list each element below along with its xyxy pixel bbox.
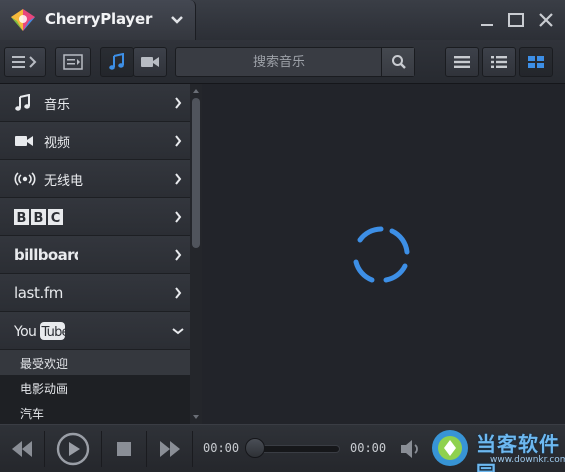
youtube-logo: You Tube <box>14 322 66 340</box>
chevron-right-icon <box>175 287 182 299</box>
list-view-icon <box>454 56 470 68</box>
lastfm-logo: last.fm <box>14 284 68 302</box>
elapsed-time: 00:00 <box>203 441 240 455</box>
main-content <box>202 84 565 424</box>
divider <box>146 431 147 467</box>
search-box <box>175 47 415 77</box>
video-mode-button[interactable] <box>133 47 167 77</box>
sidebar-item-lastfm[interactable]: last.fm <box>0 274 190 312</box>
maximize-button[interactable] <box>505 9 527 31</box>
chevron-down-icon <box>172 328 184 335</box>
scrollbar-thumb[interactable] <box>192 98 200 248</box>
grid-view-button[interactable] <box>519 47 553 77</box>
radio-broadcast-icon <box>14 170 36 188</box>
toolbar <box>0 40 565 84</box>
sidebar-item-radio[interactable]: 无线电 <box>0 160 190 198</box>
sidebar-item-billboard[interactable]: billboard <box>0 236 190 274</box>
music-mode-button[interactable] <box>100 47 134 77</box>
divider <box>192 431 193 467</box>
chevron-right-icon <box>175 97 182 109</box>
sidebar-item-youtube[interactable]: You Tube <box>0 312 190 350</box>
youtube-sublist: 最受欢迎 电影动画 汽车 <box>0 350 190 424</box>
svg-text:Tube: Tube <box>41 325 67 340</box>
list-item-label: 汽车 <box>20 407 45 421</box>
play-button[interactable] <box>54 425 92 472</box>
sidebar-item-label: 音乐 <box>44 98 71 113</box>
close-button[interactable] <box>535 9 557 31</box>
sidebar-item-video[interactable]: 视频 <box>0 122 190 160</box>
seek-handle[interactable] <box>245 438 265 458</box>
app-menu-tab[interactable]: CherryPlayer <box>0 0 196 40</box>
playlist-view-button[interactable] <box>55 47 91 77</box>
divider <box>101 431 102 467</box>
search-icon <box>392 55 406 69</box>
sidebar-item-music[interactable]: 音乐 <box>0 84 190 122</box>
watermark: 当客软件园 www.downkr.com <box>430 424 565 472</box>
list-item[interactable]: 电影动画 <box>0 375 190 400</box>
search-button[interactable] <box>381 48 414 76</box>
svg-text:B: B <box>34 211 44 225</box>
total-time: 00:00 <box>350 441 387 455</box>
search-input[interactable] <box>176 48 382 76</box>
volume-icon[interactable] <box>398 425 422 472</box>
list-item[interactable]: 汽车 <box>0 400 190 425</box>
previous-track-icon[interactable] <box>8 425 36 472</box>
chevron-right-icon <box>175 173 182 185</box>
svg-text:last.fm: last.fm <box>14 284 63 302</box>
grid-view-icon <box>528 56 544 68</box>
playlist-icon <box>63 54 83 70</box>
svg-text:billboard: billboard <box>14 246 78 264</box>
scroll-down-icon[interactable] <box>192 413 200 421</box>
sidebar-item-label: 无线电 <box>44 174 84 189</box>
detail-list-view-button[interactable] <box>482 47 516 77</box>
list-item[interactable]: 最受欢迎 <box>0 350 190 375</box>
list-item-label: 电影动画 <box>20 382 69 396</box>
video-camera-icon <box>14 132 34 150</box>
chevron-down-icon[interactable] <box>168 12 186 28</box>
minimize-button[interactable] <box>476 9 498 31</box>
app-title: CherryPlayer <box>45 10 153 28</box>
chevron-right-icon <box>175 249 182 261</box>
divider <box>44 431 45 467</box>
sidebar-item-bbc[interactable]: B B C <box>0 198 190 236</box>
svg-text:C: C <box>51 211 61 225</box>
menu-collapse-icon <box>12 56 37 68</box>
sidebar-menu-button[interactable] <box>4 47 46 77</box>
chevron-right-icon <box>175 135 182 147</box>
title-bar: CherryPlayer <box>0 0 565 40</box>
sidebar-scrollbar[interactable] <box>190 84 202 424</box>
video-camera-icon <box>141 57 159 67</box>
watermark-text: 当客软件园 <box>476 432 560 472</box>
bbc-logo: B B C <box>14 208 64 226</box>
stop-button[interactable] <box>112 425 136 472</box>
watermark-logo <box>432 430 468 466</box>
svg-text:You: You <box>14 324 36 340</box>
svg-text:B: B <box>17 211 27 225</box>
watermark-url: www.downkr.com <box>490 455 565 465</box>
billboard-logo: billboard <box>14 246 78 264</box>
cherryplayer-logo-icon <box>11 9 35 31</box>
loading-spinner-icon <box>353 226 410 283</box>
next-track-icon[interactable] <box>156 425 184 472</box>
seek-bar[interactable] <box>252 445 340 453</box>
music-note-icon <box>109 53 124 70</box>
list-item-label: 最受欢迎 <box>20 357 69 371</box>
chevron-right-icon <box>175 211 182 223</box>
music-note-icon <box>14 94 32 112</box>
list-view-button[interactable] <box>445 47 479 77</box>
sidebar: 音乐 视频 无线电 B B C billboard last.fm You Tu… <box>0 84 202 424</box>
scroll-up-icon[interactable] <box>192 87 200 95</box>
detail-list-icon <box>491 56 507 68</box>
sidebar-item-label: 视频 <box>44 136 71 151</box>
